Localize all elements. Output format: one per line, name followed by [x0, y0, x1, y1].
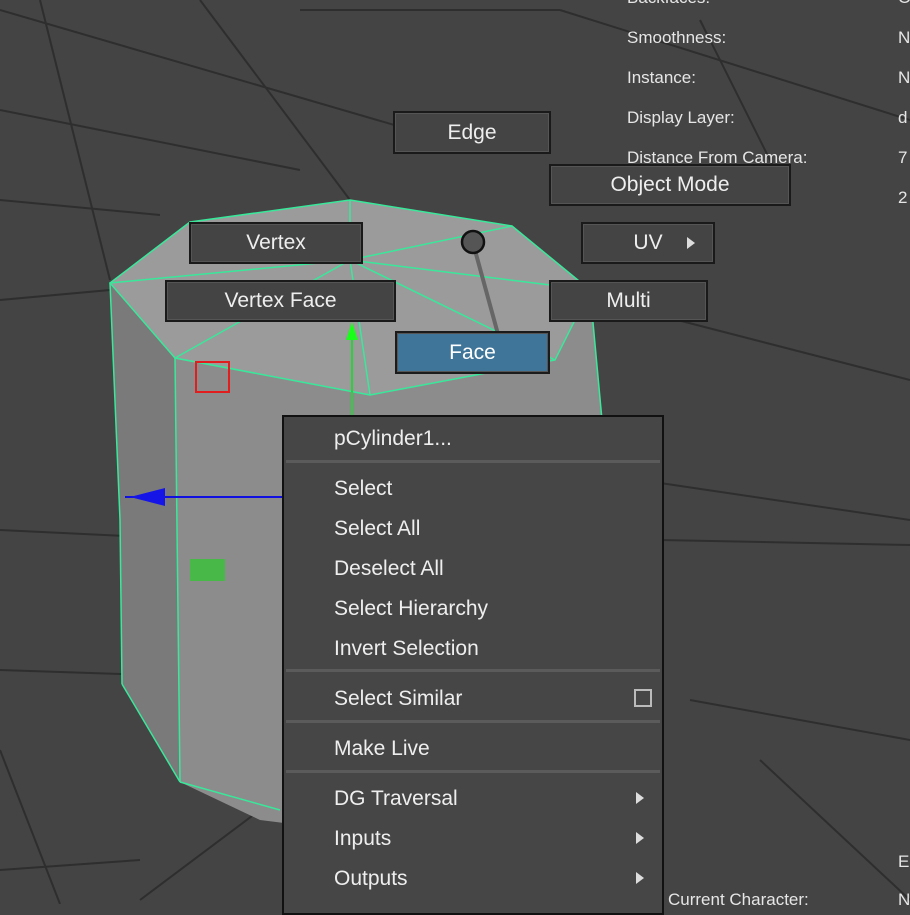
menu-item-outputs[interactable]: Outputs	[334, 867, 408, 891]
hud-value-bottom-right: E	[898, 852, 910, 871]
multi-button[interactable]: Multi	[549, 280, 708, 322]
face-label: Face	[449, 340, 496, 364]
menu-separator	[286, 720, 660, 723]
menu-item-deselect-all[interactable]: Deselect All	[334, 557, 444, 581]
menu-separator	[286, 669, 660, 672]
hud-label-instance: Instance:	[627, 68, 696, 87]
object-mode-button[interactable]: Object Mode	[549, 164, 791, 206]
menu-item-select-similar[interactable]: Select Similar	[334, 687, 462, 711]
menu-item-inputs[interactable]: Inputs	[334, 827, 391, 851]
uv-button[interactable]: UV	[581, 222, 715, 264]
hud-value-backfaces: O	[898, 0, 910, 8]
submenu-arrow-icon	[636, 832, 644, 844]
uv-label: UV	[633, 231, 663, 254]
vertex-label: Vertex	[246, 231, 306, 254]
multi-label: Multi	[606, 289, 651, 312]
hud-label-backfaces: Backfaces:	[627, 0, 710, 8]
hud-label-smoothness: Smoothness:	[627, 28, 727, 47]
object-mode-label: Object Mode	[610, 173, 730, 196]
menu-item-make-live[interactable]: Make Live	[334, 737, 430, 761]
hud-value-distance: 7	[898, 148, 908, 167]
edge-button[interactable]: Edge	[393, 111, 551, 154]
face-button[interactable]: Face	[395, 331, 550, 374]
vertex-face-button[interactable]: Vertex Face	[165, 280, 396, 322]
submenu-arrow-icon	[636, 872, 644, 884]
option-box-icon[interactable]	[634, 689, 652, 707]
hud-label-display-layer: Display Layer:	[627, 108, 735, 127]
menu-separator	[286, 770, 660, 773]
menu-item-invert-selection[interactable]: Invert Selection	[334, 637, 479, 661]
menu-item-dg-traversal[interactable]: DG Traversal	[334, 787, 458, 811]
hud-value-display-layer: d	[898, 108, 908, 127]
menu-item-select-all[interactable]: Select All	[334, 517, 420, 541]
hud-value-instance: N	[898, 68, 910, 87]
vertex-button[interactable]: Vertex	[189, 222, 363, 264]
marking-menu-center	[460, 229, 486, 255]
menu-separator	[286, 460, 660, 463]
submenu-arrow-icon	[687, 237, 695, 249]
submenu-arrow-icon	[636, 792, 644, 804]
menu-item-select[interactable]: Select	[334, 477, 392, 501]
edge-label: Edge	[447, 120, 497, 144]
menu-header-object[interactable]: pCylinder1...	[334, 427, 452, 451]
hud-value-current-character: N	[898, 890, 910, 909]
context-menu: pCylinder1... Select Select All Deselect…	[282, 415, 664, 915]
menu-item-select-hierarchy[interactable]: Select Hierarchy	[334, 597, 488, 621]
vertex-face-label: Vertex Face	[224, 289, 337, 312]
hud-value-row6: 2	[898, 188, 908, 207]
hud-value-smoothness: N	[898, 28, 910, 47]
hud-label-current-character: Current Character:	[668, 890, 809, 909]
